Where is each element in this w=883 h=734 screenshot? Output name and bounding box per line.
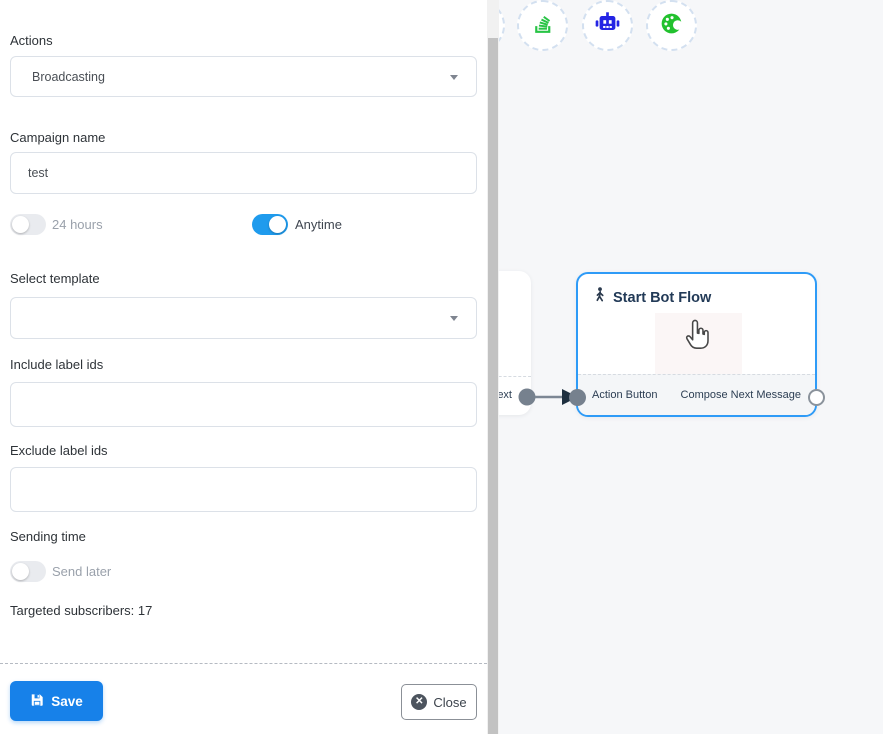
toggle-knob [12, 563, 29, 580]
actions-select-value: Broadcasting [32, 70, 105, 84]
save-button[interactable]: Save [10, 681, 103, 721]
anytime-toggle-label: Anytime [295, 217, 342, 232]
broadcast-settings-panel: Actions Broadcasting Campaign name 24 ho… [0, 0, 487, 734]
include-label-ids-label: Include label ids [10, 357, 103, 372]
select-template-label: Select template [10, 271, 100, 286]
flow-builder-screen: lext [0, 0, 883, 734]
send-later-toggle[interactable] [10, 561, 46, 582]
node-header: Start Bot Flow [578, 274, 815, 308]
send-later-toggle-label: Send later [52, 564, 111, 579]
node-title: Start Bot Flow [613, 290, 711, 306]
include-label-ids-input[interactable] [10, 382, 477, 427]
sending-time-label: Sending time [10, 529, 86, 544]
node-output-port[interactable] [808, 389, 825, 406]
hand-cursor-icon [682, 319, 710, 355]
toolbar-button-templates[interactable] [517, 0, 568, 51]
panel-scrollbar-thumb[interactable] [488, 38, 498, 734]
robot-icon [594, 10, 621, 42]
node-footer: Action Button Compose Next Message [578, 374, 815, 415]
24-hours-toggle[interactable] [10, 214, 46, 235]
palette-icon [658, 10, 685, 42]
toggle-knob [12, 216, 29, 233]
exclude-label-ids-input[interactable] [10, 467, 477, 512]
exclude-label-ids-label: Exclude label ids [10, 443, 108, 458]
chevron-down-icon [450, 75, 458, 80]
template-select[interactable] [10, 297, 477, 339]
stack-icon [529, 10, 556, 42]
input-port-label: Action Button [592, 375, 657, 416]
output-port-label: Compose Next Message [681, 375, 801, 416]
panel-scrollbar-track[interactable] [487, 0, 499, 734]
close-x-icon: ✕ [411, 694, 427, 710]
node-input-port[interactable] [569, 389, 586, 406]
targeted-subscribers-text: Targeted subscribers: 17 [10, 603, 152, 618]
anytime-toggle[interactable] [252, 214, 288, 235]
save-floppy-icon [30, 693, 44, 710]
campaign-name-input[interactable] [10, 152, 477, 194]
actions-label: Actions [10, 33, 53, 48]
close-button[interactable]: ✕ Close [401, 684, 477, 720]
edge-source-dot[interactable] [519, 389, 536, 406]
chevron-down-icon [450, 316, 458, 321]
walking-person-icon [593, 287, 606, 308]
footer-divider [0, 663, 487, 664]
toggle-knob [269, 216, 286, 233]
campaign-name-label: Campaign name [10, 130, 105, 145]
close-button-label: Close [433, 695, 466, 710]
save-button-label: Save [51, 694, 83, 709]
actions-select[interactable]: Broadcasting [10, 56, 477, 97]
toolbar-button-theme[interactable] [646, 0, 697, 51]
24-hours-toggle-label: 24 hours [52, 217, 103, 232]
toolbar-button-bot[interactable] [582, 0, 633, 51]
